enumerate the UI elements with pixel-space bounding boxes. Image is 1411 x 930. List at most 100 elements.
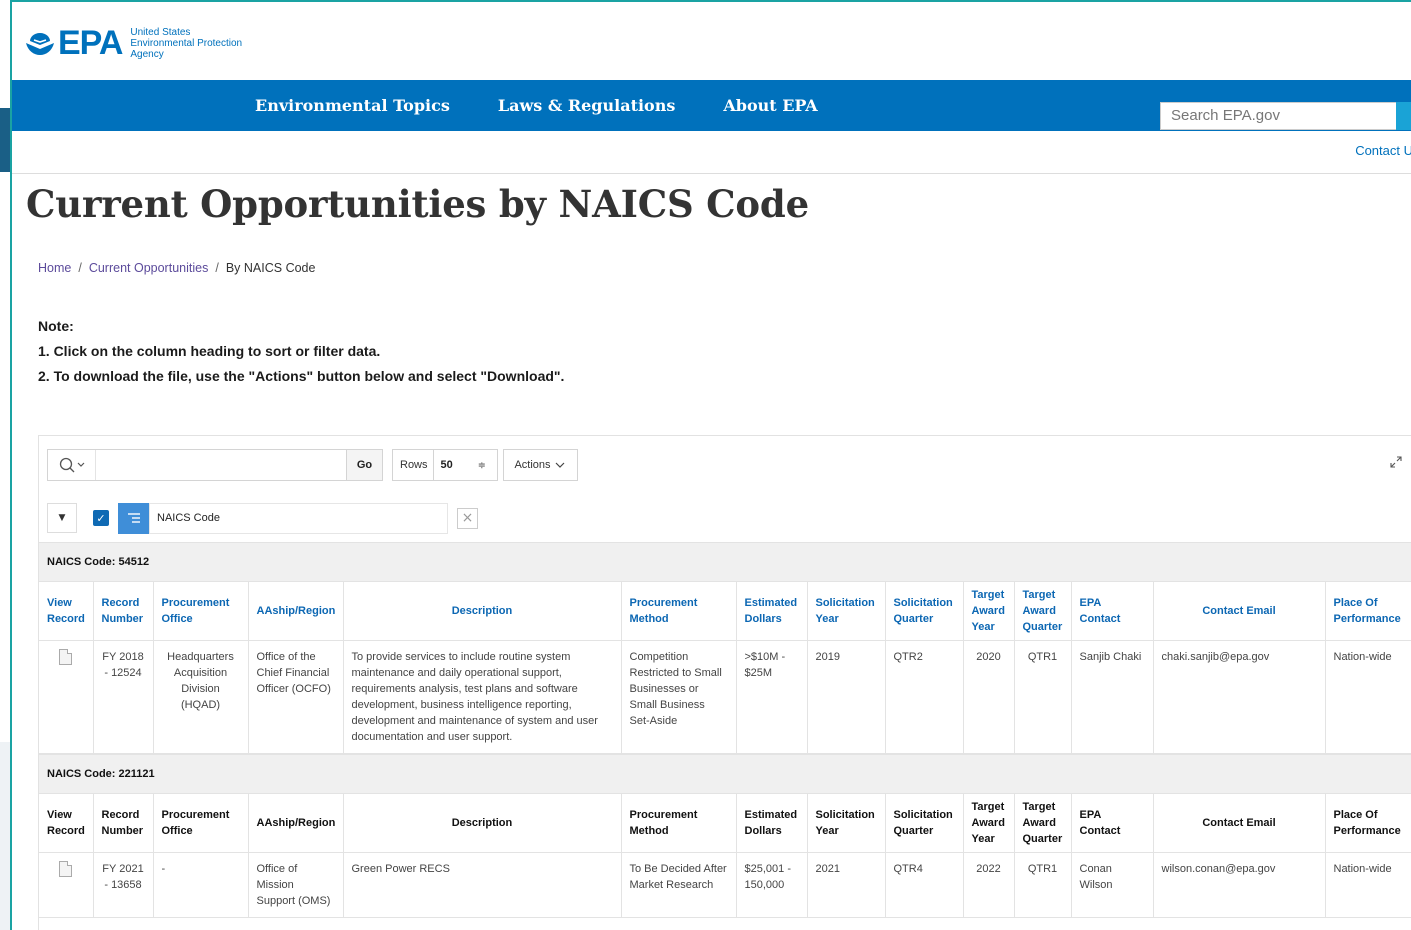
browser-page: EPA United States Environmental Protecti… bbox=[12, 0, 1411, 930]
contact-us-link[interactable]: Contact U bbox=[1355, 143, 1411, 158]
rows-value: 50 bbox=[440, 459, 453, 471]
report-toolbar: Go Rows 50 ≑ Actions bbox=[47, 449, 578, 481]
page-title: Current Opportunities by NAICS Code bbox=[26, 182, 809, 226]
col-header[interactable]: View Record bbox=[39, 794, 94, 853]
group-header: NAICS Code: 221121 bbox=[39, 754, 1411, 794]
cell-estimated-dollars: $25,001 - 150,000 bbox=[736, 852, 808, 918]
cell-procurement-office: Headquarters Acquisition Division (HQAD) bbox=[153, 640, 249, 754]
table-row: FY 2018 - 12524 Headquarters Acquisition… bbox=[39, 640, 1411, 754]
control-break-checkbox[interactable]: ✓ bbox=[93, 510, 109, 526]
nav-about-epa[interactable]: About EPA bbox=[723, 96, 817, 115]
actions-menu-button[interactable]: Actions bbox=[502, 449, 578, 481]
report-search-input[interactable] bbox=[96, 450, 346, 480]
breadcrumb-home[interactable]: Home bbox=[38, 261, 71, 275]
note-line-1: 1. Click on the column heading to sort o… bbox=[38, 343, 381, 359]
group-header: NAICS Code: 54512 bbox=[39, 542, 1411, 582]
cell-epa-contact: Conan Wilson bbox=[1071, 852, 1154, 918]
cell-solicitation-quarter: QTR2 bbox=[885, 640, 964, 754]
rows-select[interactable]: Rows 50 ≑ bbox=[392, 449, 498, 481]
control-break-name[interactable]: NAICS Code bbox=[149, 502, 448, 534]
site-search-button[interactable] bbox=[1396, 102, 1411, 130]
control-break-icon bbox=[118, 502, 149, 534]
col-header[interactable]: Procurement Office bbox=[153, 794, 249, 853]
table-row: FY 2021 - 13658 - Office of Mission Supp… bbox=[39, 852, 1411, 918]
col-header[interactable]: Target Award Year bbox=[963, 794, 1015, 853]
breadcrumb-current-opportunities[interactable]: Current Opportunities bbox=[89, 261, 209, 275]
document-icon[interactable] bbox=[59, 648, 73, 665]
col-header[interactable]: Solicitation Year bbox=[807, 794, 886, 853]
cell-description: Green Power RECS bbox=[343, 852, 622, 918]
site-search-input[interactable]: Search EPA.gov bbox=[1160, 102, 1400, 130]
col-header[interactable]: AAship/Region bbox=[248, 794, 344, 853]
nav-environmental-topics[interactable]: Environmental Topics bbox=[255, 96, 450, 115]
report-table-group-2: View Record Record Number Procurement Of… bbox=[39, 794, 1411, 918]
col-header[interactable]: Description bbox=[343, 582, 622, 641]
chevron-down-icon bbox=[555, 462, 564, 468]
col-header[interactable]: Procurement Method bbox=[621, 582, 737, 641]
cell-description: To provide services to include routine s… bbox=[343, 640, 622, 754]
col-header[interactable]: Contact Email bbox=[1153, 582, 1326, 641]
col-header[interactable]: Record Number bbox=[93, 794, 154, 853]
cell-aaship-region: Office of Mission Support (OMS) bbox=[248, 852, 344, 918]
close-icon[interactable]: × bbox=[457, 507, 478, 529]
search-column-menu[interactable] bbox=[48, 450, 96, 480]
cell-target-award-quarter: QTR1 bbox=[1014, 852, 1072, 918]
utility-bar: Contact U bbox=[12, 131, 1411, 174]
col-header[interactable]: Solicitation Quarter bbox=[885, 582, 964, 641]
background-window bbox=[0, 0, 12, 930]
logo-wordmark: EPA bbox=[58, 24, 123, 62]
cell-solicitation-year: 2021 bbox=[807, 852, 886, 918]
col-header[interactable]: Record Number bbox=[93, 582, 154, 641]
cell-aaship-region: Office of the Chief Financial Officer (O… bbox=[248, 640, 344, 754]
col-header[interactable]: Target Award Year bbox=[963, 582, 1015, 641]
col-header[interactable]: Solicitation Quarter bbox=[885, 794, 964, 853]
cell-target-award-quarter: QTR1 bbox=[1014, 640, 1072, 754]
cell-place-of-performance: Nation-wide bbox=[1325, 852, 1411, 918]
cell-record-number: FY 2018 - 12524 bbox=[93, 640, 154, 754]
cell-procurement-office: - bbox=[153, 852, 249, 918]
cell-target-award-year: 2020 bbox=[963, 640, 1015, 754]
col-header[interactable]: Estimated Dollars bbox=[736, 794, 808, 853]
table-header-row: View Record Record Number Procurement Of… bbox=[39, 582, 1411, 641]
col-header[interactable]: AAship/Region bbox=[248, 582, 344, 641]
col-header[interactable]: Procurement Office bbox=[153, 582, 249, 641]
epa-logo[interactable]: EPA United States Environmental Protecti… bbox=[24, 24, 245, 63]
site-header: EPA United States Environmental Protecti… bbox=[12, 2, 1411, 80]
cell-estimated-dollars: >$10M - $25M bbox=[736, 640, 808, 754]
col-header[interactable]: EPA Contact bbox=[1071, 794, 1154, 853]
col-header[interactable]: EPA Contact bbox=[1071, 582, 1154, 641]
breadcrumb: Home / Current Opportunities / By NAICS Code bbox=[38, 261, 316, 275]
cell-contact-email: chaki.sanjib@epa.gov bbox=[1153, 640, 1326, 754]
main-nav: Environmental Topics Laws & Regulations … bbox=[12, 80, 1411, 131]
cell-solicitation-year: 2019 bbox=[807, 640, 886, 754]
cell-solicitation-quarter: QTR4 bbox=[885, 852, 964, 918]
go-button[interactable]: Go bbox=[347, 449, 383, 481]
expand-diagonal-icon[interactable] bbox=[1388, 454, 1404, 474]
col-header[interactable]: Target Award Quarter bbox=[1014, 794, 1072, 853]
cell-record-number: FY 2021 - 13658 bbox=[93, 852, 154, 918]
col-header[interactable]: Solicitation Year bbox=[807, 582, 886, 641]
control-break-row: ▼ ✓ NAICS Code × bbox=[47, 502, 478, 534]
nav-laws-regulations[interactable]: Laws & Regulations bbox=[498, 96, 676, 115]
col-header[interactable]: Place Of Performance bbox=[1325, 582, 1411, 641]
cell-epa-contact: Sanjib Chaki bbox=[1071, 640, 1154, 754]
updown-icon: ≑ bbox=[477, 459, 486, 470]
epa-flower-icon bbox=[26, 32, 54, 55]
logo-agency-name: United States Environmental Protection A… bbox=[130, 27, 243, 60]
collapse-toggle[interactable]: ▼ bbox=[47, 503, 77, 533]
document-icon[interactable] bbox=[59, 860, 73, 877]
col-header[interactable]: Description bbox=[343, 794, 622, 853]
cell-contact-email: wilson.conan@epa.gov bbox=[1153, 852, 1326, 918]
col-header[interactable]: View Record bbox=[39, 582, 94, 641]
col-header[interactable]: Contact Email bbox=[1153, 794, 1326, 853]
note-title: Note: bbox=[38, 318, 74, 334]
col-header[interactable]: Procurement Method bbox=[621, 794, 737, 853]
note-line-2: 2. To download the file, use the "Action… bbox=[38, 368, 565, 384]
note-block: Note: 1. Click on the column heading to … bbox=[38, 314, 564, 389]
cell-procurement-method: To Be Decided After Market Research bbox=[621, 852, 737, 918]
col-header[interactable]: Estimated Dollars bbox=[736, 582, 808, 641]
col-header[interactable]: Target Award Quarter bbox=[1014, 582, 1072, 641]
magnifier-icon bbox=[59, 457, 84, 473]
col-header[interactable]: Place Of Performance bbox=[1325, 794, 1411, 853]
cell-place-of-performance: Nation-wide bbox=[1325, 640, 1411, 754]
